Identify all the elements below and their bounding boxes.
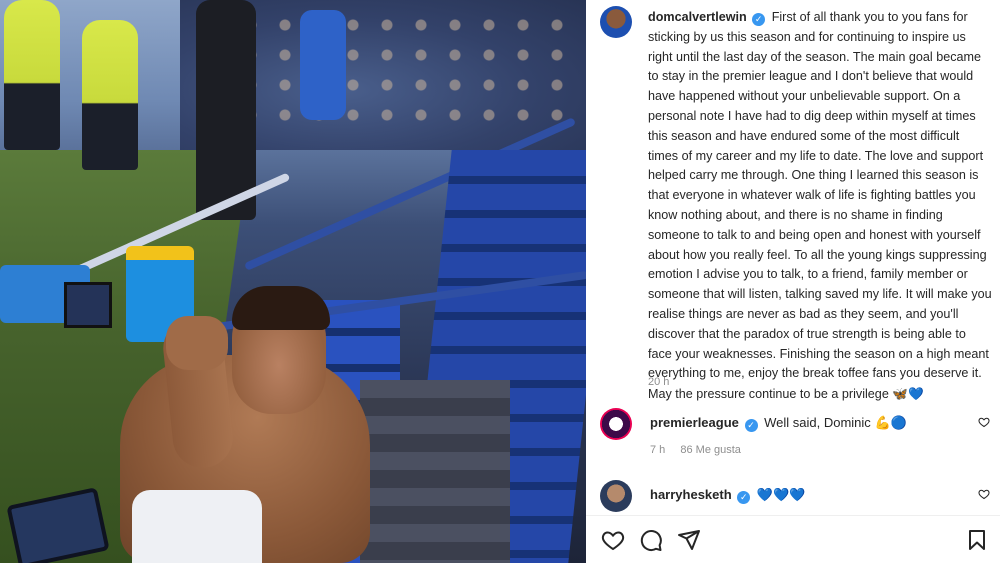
verified-badge-icon: ✓	[752, 13, 766, 26]
comment-body: Well said, Dominic	[764, 415, 871, 430]
comment-like-heart-icon[interactable]	[978, 488, 990, 500]
commenter-avatar[interactable]	[600, 408, 632, 440]
player-hair	[232, 286, 330, 330]
commenter-username[interactable]: harryhesketh	[650, 487, 732, 502]
comment-bubble-icon[interactable]	[638, 527, 664, 553]
comment-text-block: harryhesketh ✓ 💙💙💙	[650, 486, 805, 505]
post-side-panel: domcalvertlewin ✓ First of all thank you…	[586, 0, 1000, 563]
tripod-screen	[64, 282, 112, 328]
comment-like-heart-icon[interactable]	[978, 416, 990, 428]
post-caption: domcalvertlewin ✓ First of all thank you…	[600, 6, 992, 405]
caption-body: First of all thank you to you fans for s…	[648, 10, 992, 402]
paper-plane-icon[interactable]	[676, 527, 702, 553]
author-username[interactable]: domcalvertlewin	[648, 10, 747, 24]
player-fist	[166, 316, 228, 370]
spectator-dark-coat	[196, 0, 256, 220]
comment-text-block: premierleague ✓ Well said, Dominic 💪🔵	[650, 414, 907, 433]
player-shorts	[132, 490, 262, 563]
verified-badge-icon: ✓	[744, 419, 758, 432]
police-officer	[82, 20, 138, 170]
author-avatar[interactable]	[600, 6, 632, 38]
comment-emojis: 💪🔵	[874, 416, 907, 431]
bookmark-icon[interactable]	[964, 527, 990, 553]
comment-item: premierleague ✓ Well said, Dominic 💪🔵 7 …	[600, 408, 992, 456]
post-photo[interactable]	[0, 0, 586, 563]
fan-blue-shirt	[300, 10, 346, 120]
crowd-faces	[200, 10, 580, 130]
post-timestamp[interactable]: 20 h	[648, 376, 669, 388]
comment-meta: 7 h 86 Me gusta	[650, 444, 992, 456]
comment-emojis: 💙💙💙	[756, 488, 806, 503]
caption-text-block: domcalvertlewin ✓ First of all thank you…	[648, 8, 992, 405]
comment-time: 7 h	[650, 444, 666, 456]
police-officer	[4, 0, 60, 150]
comment-item: harryhesketh ✓ 💙💙💙	[600, 480, 992, 512]
caption-emojis: 🦋💙	[892, 386, 924, 402]
commenter-avatar[interactable]	[600, 480, 632, 512]
commenter-username[interactable]: premierleague	[650, 415, 739, 430]
comment-likes[interactable]: 86 Me gusta	[680, 444, 741, 456]
heart-icon[interactable]	[600, 527, 626, 553]
post-action-bar	[600, 527, 990, 555]
actions-divider	[586, 515, 1000, 516]
stadium-steps	[360, 380, 510, 563]
instagram-post-view: domcalvertlewin ✓ First of all thank you…	[0, 0, 1000, 563]
verified-badge-icon: ✓	[737, 491, 751, 504]
